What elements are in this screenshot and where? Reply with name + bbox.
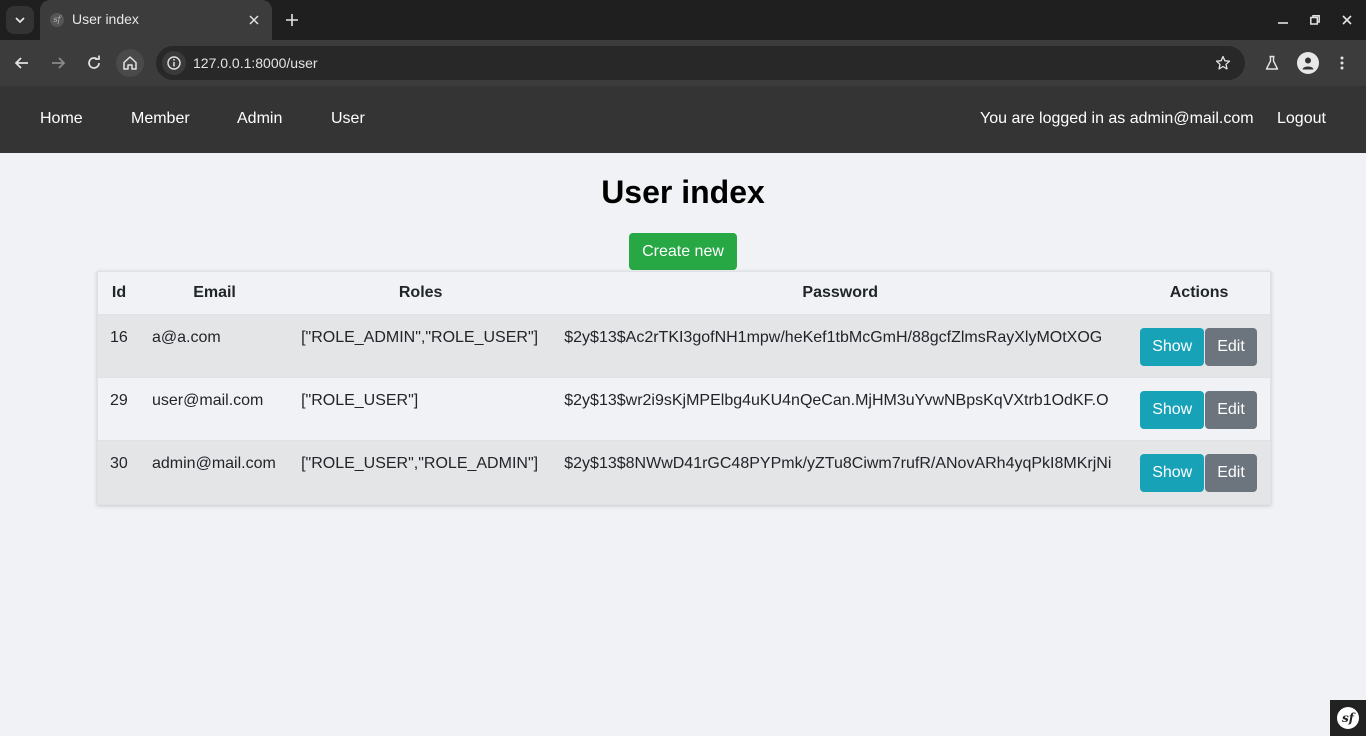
- bookmark-button[interactable]: [1213, 53, 1233, 73]
- forward-button[interactable]: [46, 51, 70, 75]
- table-row: 30 admin@mail.com ["ROLE_USER","ROLE_ADM…: [98, 440, 1270, 504]
- logged-in-status: You are logged in as admin@mail.com: [980, 110, 1254, 127]
- symfony-favicon-icon: sf: [50, 13, 64, 27]
- cell-email: admin@mail.com: [152, 455, 276, 472]
- cell-password: $2y$13$Ac2rTKI3gofNH1mpw/heKef1tbMcGmH/8…: [564, 329, 1103, 346]
- home-button[interactable]: [116, 49, 144, 77]
- minimize-icon: [1278, 22, 1288, 24]
- cell-actions: Show Edit: [1128, 315, 1270, 378]
- maximize-button[interactable]: [1305, 10, 1325, 30]
- profile-button[interactable]: [1297, 52, 1319, 74]
- address-bar[interactable]: 127.0.0.1:8000/user: [156, 46, 1245, 80]
- arrow-right-icon: [52, 57, 66, 69]
- user-avatar-icon: [1302, 57, 1314, 70]
- cell-actions: Show Edit: [1128, 441, 1270, 504]
- cell-roles: ["ROLE_USER"]: [301, 392, 419, 409]
- table-header-row: Id Email Roles Password Actions: [98, 272, 1270, 315]
- cell-password: $2y$13$wr2i9sKjMPElbg4uKU4nQeCan.MjHM3uY…: [564, 392, 1109, 409]
- nav-link-home[interactable]: Home: [40, 110, 83, 128]
- flask-icon: [1265, 55, 1279, 70]
- home-icon: [123, 56, 137, 70]
- tab-search-button[interactable]: [6, 6, 34, 34]
- nav-link-user[interactable]: User: [331, 110, 365, 128]
- back-button[interactable]: [10, 51, 34, 75]
- cell-id: 30: [110, 455, 128, 472]
- close-icon: [249, 15, 259, 25]
- edit-button[interactable]: Edit: [1205, 454, 1257, 492]
- cell-id: 29: [110, 392, 128, 409]
- cell-roles: ["ROLE_USER","ROLE_ADMIN"]: [301, 455, 539, 472]
- nav-link-member[interactable]: Member: [131, 110, 190, 128]
- labs-button[interactable]: [1260, 51, 1284, 75]
- tab-close-button[interactable]: [244, 10, 264, 30]
- minimize-button[interactable]: [1273, 10, 1293, 30]
- symfony-logo-icon: sf: [1337, 707, 1359, 729]
- show-button[interactable]: Show: [1140, 391, 1205, 429]
- user-table-container: Id Email Roles Password Actions 16 a@a.c…: [97, 271, 1271, 505]
- cell-password: $2y$13$8NWwD41rGC48PYPmk/yZTu8Ciwm7rufR/…: [564, 455, 1112, 472]
- table-row: 16 a@a.com ["ROLE_ADMIN","ROLE_USER"] $2…: [98, 314, 1270, 378]
- close-window-button[interactable]: [1337, 10, 1357, 30]
- edit-button[interactable]: Edit: [1205, 391, 1257, 429]
- create-new-button[interactable]: Create new: [629, 233, 737, 270]
- reload-button[interactable]: [82, 51, 106, 75]
- column-header-password: Password: [552, 272, 1129, 315]
- column-header-email: Email: [140, 272, 290, 315]
- site-info-button[interactable]: [162, 51, 186, 75]
- tab-title: User index: [72, 11, 139, 27]
- show-button[interactable]: Show: [1140, 454, 1205, 492]
- cell-email: user@mail.com: [152, 392, 264, 409]
- user-table: Id Email Roles Password Actions 16 a@a.c…: [98, 272, 1270, 504]
- close-icon: [1342, 15, 1352, 25]
- cell-roles: ["ROLE_ADMIN","ROLE_USER"]: [301, 329, 539, 346]
- site-navbar: Home Member Admin User You are logged in…: [0, 86, 1366, 153]
- nav-link-admin[interactable]: Admin: [237, 110, 282, 128]
- column-header-id: Id: [98, 272, 140, 315]
- show-button[interactable]: Show: [1140, 328, 1205, 366]
- new-tab-button[interactable]: [282, 10, 302, 30]
- column-header-roles: Roles: [289, 272, 553, 315]
- plus-icon: [286, 14, 298, 26]
- symfony-toolbar-toggle[interactable]: sf: [1330, 700, 1366, 736]
- star-icon: [1215, 55, 1231, 70]
- chevron-down-icon: [15, 17, 25, 24]
- edit-button[interactable]: Edit: [1205, 328, 1257, 366]
- cell-actions: Show Edit: [1128, 378, 1270, 441]
- browser-menu-button[interactable]: [1330, 51, 1354, 75]
- more-vertical-icon: [1340, 56, 1344, 70]
- cell-email: a@a.com: [152, 329, 221, 346]
- arrow-left-icon: [14, 57, 28, 69]
- restore-icon: [1310, 15, 1320, 25]
- cell-id: 16: [110, 329, 128, 346]
- info-icon: [167, 56, 181, 70]
- page-title: User index: [601, 174, 765, 210]
- browser-tab-bar: sf User index: [0, 0, 1366, 40]
- url-text: 127.0.0.1:8000/user: [193, 55, 318, 71]
- table-row: 29 user@mail.com ["ROLE_USER"] $2y$13$wr…: [98, 377, 1270, 441]
- column-header-actions: Actions: [1128, 272, 1270, 315]
- logout-link[interactable]: Logout: [1277, 110, 1326, 128]
- browser-toolbar: 127.0.0.1:8000/user: [0, 40, 1366, 86]
- reload-icon: [88, 55, 100, 69]
- browser-tab[interactable]: sf User index: [40, 0, 272, 40]
